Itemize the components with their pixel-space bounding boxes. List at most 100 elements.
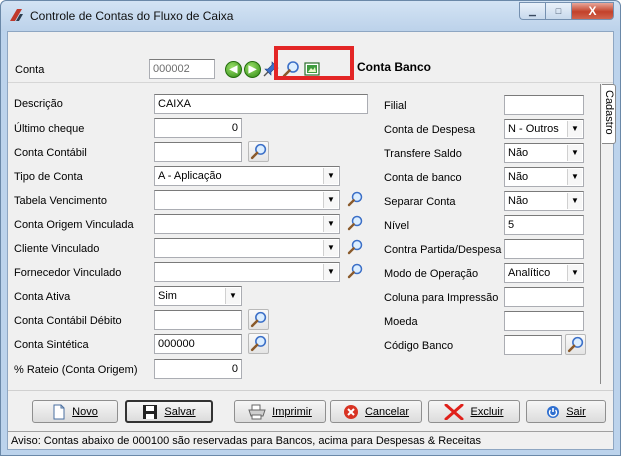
conta-despesa-value: N - Outros	[508, 123, 559, 135]
rateio-label: % Rateio (Conta Origem)	[14, 364, 138, 376]
app-window: Controle de Contas do Fluxo de Caixa ▁ □…	[0, 0, 621, 456]
modo-operacao-select[interactable]: Analítico ▼	[504, 263, 584, 283]
printer-icon	[248, 404, 266, 419]
moeda-label: Moeda	[384, 316, 418, 328]
ultimo-cheque-label: Último cheque	[14, 123, 85, 135]
conta-despesa-label: Conta de Despesa	[384, 124, 476, 136]
cliente-label: Cliente Vinculado	[14, 243, 100, 255]
descricao-field[interactable]: CAIXA	[154, 94, 368, 114]
sair-button[interactable]: Sair	[526, 400, 606, 423]
fornecedor-search-icon[interactable]	[345, 261, 365, 281]
filial-label: Filial	[384, 100, 407, 112]
chevron-down-icon[interactable]: ▼	[323, 168, 338, 184]
contabil-debito-search-icon[interactable]	[248, 309, 269, 330]
tipo-conta-label: Tipo de Conta	[14, 171, 83, 183]
conta-ativa-select[interactable]: Sim ▼	[154, 286, 242, 306]
close-button[interactable]: X	[571, 2, 614, 20]
conta-sintetica-label: Conta Sintética	[14, 339, 89, 351]
conta-header: Conta 000002 ◀ ▶ Conta Banco	[8, 32, 613, 83]
cliente-select[interactable]: ▼	[154, 238, 340, 258]
highlight-box	[274, 46, 354, 80]
conta-sintetica-search-icon[interactable]	[248, 333, 269, 354]
conta-ativa-value: Sim	[158, 290, 177, 302]
action-bar: Novo Salvar Imprimir Cancelar Excluir Sa…	[8, 390, 613, 428]
chevron-down-icon[interactable]: ▼	[225, 288, 240, 304]
salvar-label: Salvar	[164, 405, 196, 418]
salvar-button[interactable]: Salvar	[125, 400, 213, 423]
app-logo-icon	[10, 9, 23, 21]
conta-banco-title: Conta Banco	[357, 60, 432, 74]
tab-cadastro[interactable]: Cadastro	[602, 84, 616, 144]
delete-x-icon	[444, 403, 464, 420]
excluir-label: Excluir	[470, 405, 504, 418]
separar-conta-select[interactable]: Não ▼	[504, 191, 584, 211]
cadastro-form: Descrição CAIXA Último cheque 0 Conta Co…	[8, 84, 601, 384]
contra-partida-field[interactable]	[504, 239, 584, 259]
conta-origem-search-icon[interactable]	[345, 213, 365, 233]
new-document-icon	[53, 404, 65, 419]
separar-conta-label: Separar Conta	[384, 196, 456, 208]
conta-label: Conta	[15, 64, 45, 76]
conta-ativa-label: Conta Ativa	[14, 291, 71, 303]
filial-field[interactable]	[504, 95, 584, 115]
next-record-icon[interactable]: ▶	[244, 61, 261, 78]
chevron-down-icon[interactable]: ▼	[323, 240, 338, 256]
chevron-down-icon[interactable]: ▼	[323, 192, 338, 208]
fornecedor-label: Fornecedor Vinculado	[14, 267, 122, 279]
transfere-saldo-select[interactable]: Não ▼	[504, 143, 584, 163]
excluir-button[interactable]: Excluir	[428, 400, 520, 423]
tipo-conta-select[interactable]: A - Aplicação ▼	[154, 166, 340, 186]
conta-sintetica-field[interactable]: 000000	[154, 334, 242, 354]
power-icon	[547, 405, 560, 418]
conta-origem-label: Conta Origem Vinculada	[14, 219, 134, 231]
chevron-down-icon[interactable]: ▼	[567, 121, 582, 137]
imprimir-label: Imprimir	[272, 405, 312, 418]
conta-code-field[interactable]: 000002	[149, 59, 215, 79]
contabil-debito-field[interactable]	[154, 310, 242, 330]
cliente-search-icon[interactable]	[345, 237, 365, 257]
tabela-vencimento-label: Tabela Vencimento	[14, 195, 107, 207]
minimize-button[interactable]: ▁	[519, 2, 545, 20]
previous-record-icon[interactable]: ◀	[225, 61, 242, 78]
modo-operacao-label: Modo de Operação	[384, 268, 479, 280]
modo-operacao-value: Analítico	[508, 267, 551, 279]
imprimir-button[interactable]: Imprimir	[234, 400, 326, 423]
chevron-down-icon[interactable]: ▼	[567, 169, 582, 185]
client-area: Conta 000002 ◀ ▶ Conta Banco Descrição C…	[7, 31, 616, 450]
transfere-saldo-value: Não	[508, 147, 529, 159]
codigo-banco-label: Código Banco	[384, 340, 454, 352]
conta-origem-select[interactable]: ▼	[154, 214, 340, 234]
nivel-label: Nível	[384, 220, 410, 232]
conta-contabil-field[interactable]	[154, 142, 242, 162]
transfere-saldo-label: Transfere Saldo	[384, 148, 462, 160]
cancelar-label: Cancelar	[364, 405, 410, 418]
codigo-banco-search-icon[interactable]	[565, 334, 586, 355]
chevron-down-icon[interactable]: ▼	[323, 216, 338, 232]
title-bar[interactable]: Controle de Contas do Fluxo de Caixa ▁ □…	[1, 1, 620, 31]
descricao-label: Descrição	[14, 98, 63, 110]
nivel-field[interactable]: 5	[504, 215, 584, 235]
rateio-field[interactable]: 0	[154, 359, 242, 379]
chevron-down-icon[interactable]: ▼	[567, 145, 582, 161]
ultimo-cheque-field[interactable]: 0	[154, 118, 242, 138]
coluna-impressao-label: Coluna para Impressão	[384, 292, 499, 304]
tab-cadastro-label: Cadastro	[603, 90, 615, 135]
codigo-banco-field[interactable]	[504, 335, 562, 355]
maximize-button[interactable]: □	[545, 2, 571, 20]
tabela-vencimento-search-icon[interactable]	[345, 189, 365, 209]
conta-contabil-label: Conta Contábil	[14, 147, 87, 159]
tabela-vencimento-select[interactable]: ▼	[154, 190, 340, 210]
status-bar: Aviso: Contas abaixo de 000100 são reser…	[8, 431, 613, 450]
chevron-down-icon[interactable]: ▼	[567, 265, 582, 281]
novo-button[interactable]: Novo	[32, 400, 118, 423]
fornecedor-select[interactable]: ▼	[154, 262, 340, 282]
chevron-down-icon[interactable]: ▼	[323, 264, 338, 280]
cancelar-button[interactable]: Cancelar	[330, 400, 422, 423]
conta-contabil-search-icon[interactable]	[248, 141, 269, 162]
coluna-impressao-field[interactable]	[504, 287, 584, 307]
sair-label: Sair	[566, 405, 586, 418]
conta-despesa-select[interactable]: N - Outros ▼	[504, 119, 584, 139]
moeda-field[interactable]	[504, 311, 584, 331]
conta-banco-select[interactable]: Não ▼	[504, 167, 584, 187]
chevron-down-icon[interactable]: ▼	[567, 193, 582, 209]
